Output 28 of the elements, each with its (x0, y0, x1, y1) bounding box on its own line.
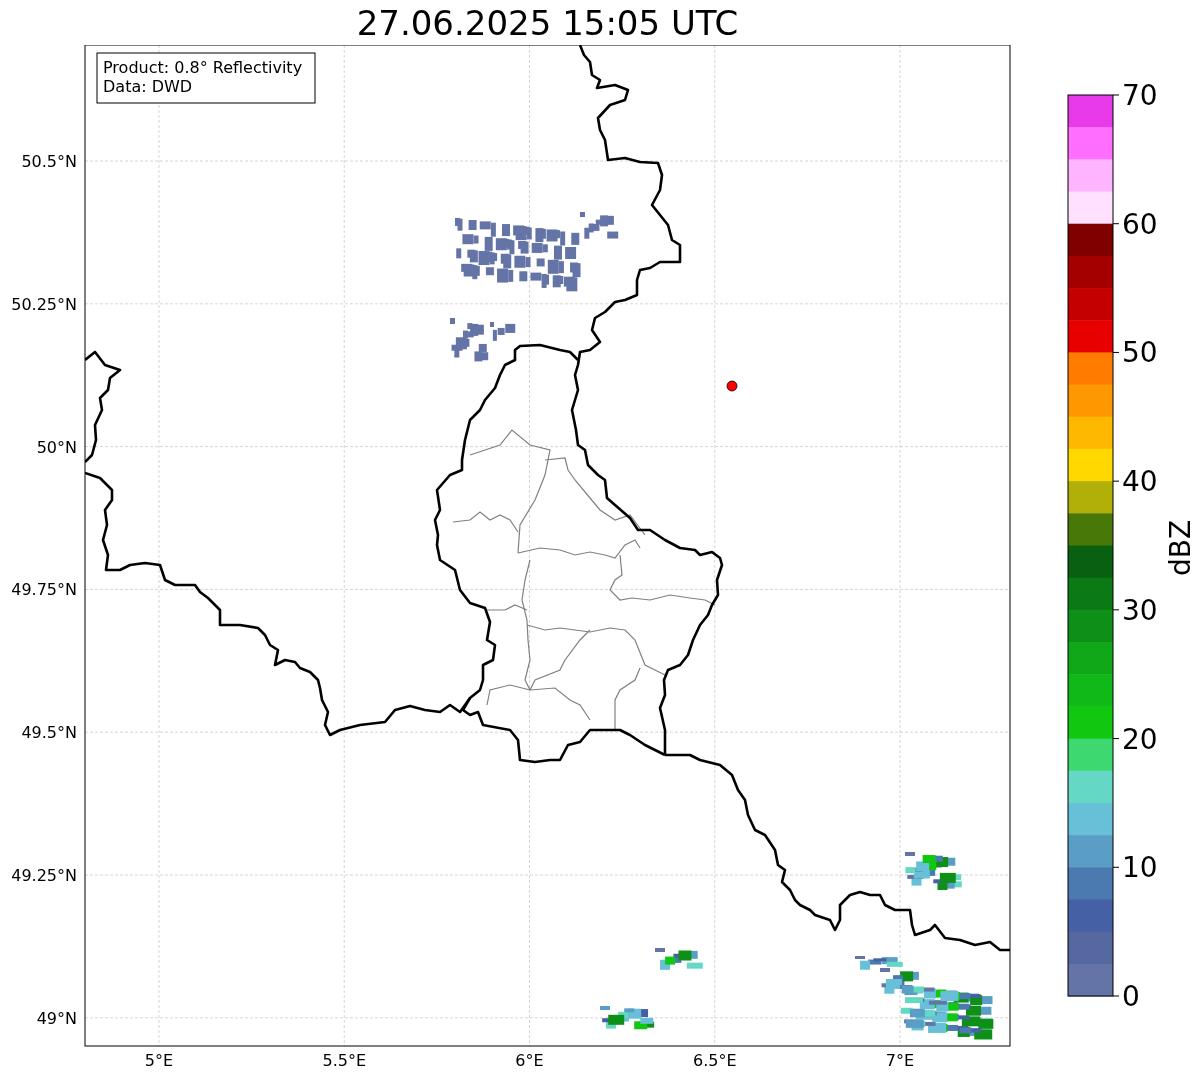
colorbar-tick-label: 10 (1122, 851, 1158, 885)
legend-text: Product: 0.8° Reflectivity (103, 58, 303, 77)
longitude-label: 5°E (144, 1051, 174, 1070)
colorbar-label: dBZ (1164, 519, 1197, 577)
legend-text: Data: DWD (103, 77, 193, 96)
longitude-label: 5.5°E (322, 1051, 367, 1070)
radar-echo (600, 1006, 655, 1030)
latitude-label: 49.75°N (11, 580, 77, 600)
latitude-label: 50.5°N (21, 152, 77, 171)
longitude-label: 7°E (885, 1051, 915, 1070)
colorbar-tick-label: 50 (1122, 336, 1158, 370)
radar-echo (905, 852, 962, 890)
longitude-label: 6.5°E (692, 1051, 737, 1070)
radar-echo (655, 948, 703, 970)
colorbar-tick-label: 60 (1122, 207, 1158, 241)
colorbar-tick-label: 70 (1122, 79, 1158, 112)
latitude-label: 50°N (36, 437, 77, 457)
colorbar-tick-label: 20 (1122, 722, 1158, 756)
latitude-label: 49°N (36, 1008, 77, 1028)
latitude-label: 49.5°N (21, 723, 77, 743)
latitude-label: 49.25°N (11, 866, 77, 885)
colorbar-tick-label: 30 (1122, 593, 1158, 627)
latitude-label: 50.25°N (11, 294, 77, 314)
colorbar-tick-label: 0 (1122, 980, 1140, 1013)
colorbar-tick-label: 40 (1122, 465, 1158, 499)
location-marker (726, 380, 738, 392)
chart-title: 27.06.2025 15:05 UTC (356, 2, 739, 43)
longitude-label: 6°E (515, 1051, 544, 1070)
